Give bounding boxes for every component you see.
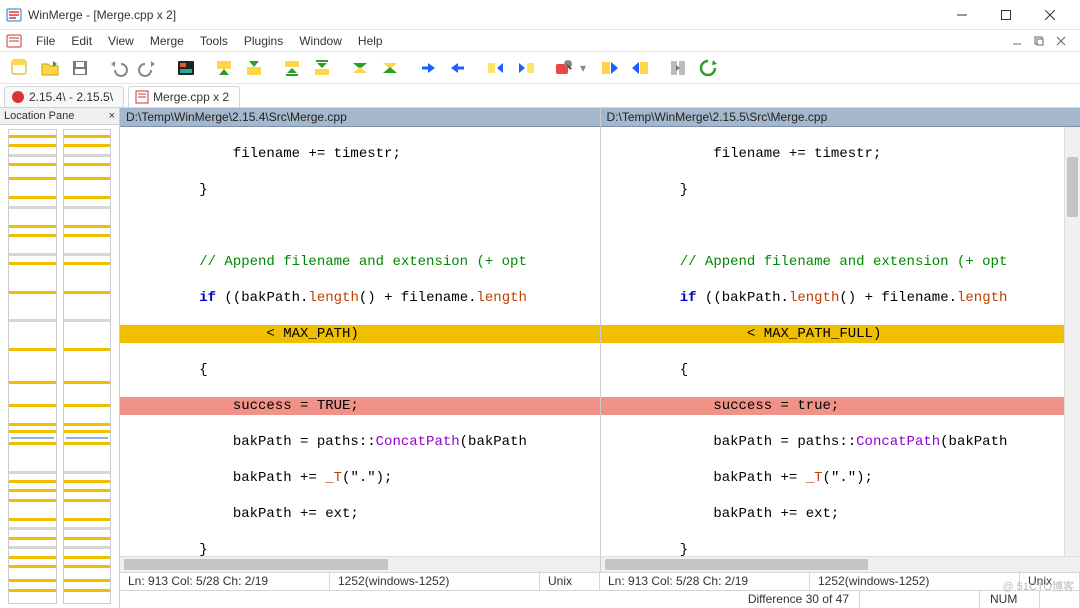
merge-right-button[interactable]: [482, 54, 510, 82]
folder-diff-icon: [11, 90, 25, 104]
menu-plugins[interactable]: Plugins: [236, 32, 291, 50]
next-conflict-button[interactable]: [346, 54, 374, 82]
window-title: WinMerge - [Merge.cpp x 2]: [28, 8, 940, 22]
prev-diff-file-button[interactable]: [308, 54, 336, 82]
menu-tools[interactable]: Tools: [192, 32, 236, 50]
menu-file[interactable]: File: [28, 32, 63, 50]
menu-bar: File Edit View Merge Tools Plugins Windo…: [0, 30, 1080, 52]
pane-right-path: D:\Temp\WinMerge\2.15.5\Src\Merge.cpp: [601, 108, 1080, 127]
menu-edit[interactable]: Edit: [63, 32, 100, 50]
content-area: Location Pane × D:\Temp\WinMerge\2.15.4\…: [0, 108, 1080, 608]
undo-button[interactable]: [104, 54, 132, 82]
new-compare-button[interactable]: [6, 54, 34, 82]
mdi-restore-button[interactable]: [1030, 33, 1048, 49]
location-column-right[interactable]: [63, 129, 112, 604]
status-right-enc: 1252(windows-1252): [810, 573, 1020, 590]
status-left-pos: Ln: 913 Col: 5/28 Ch: 2/19: [120, 573, 330, 590]
location-pane-header: Location Pane ×: [0, 108, 119, 125]
app-icon: [6, 7, 22, 23]
menu-merge[interactable]: Merge: [142, 32, 192, 50]
status-difference: Difference 30 of 47: [738, 591, 860, 608]
menu-help[interactable]: Help: [350, 32, 391, 50]
file-diff-icon: [135, 90, 149, 104]
status-left-eol: Unix: [540, 573, 600, 590]
next-diff-button[interactable]: [210, 54, 238, 82]
pane-left-editor[interactable]: filename += timestr; } // Append filenam…: [120, 127, 600, 556]
goto-prev-button[interactable]: [444, 54, 472, 82]
mdi-minimize-button[interactable]: [1008, 33, 1026, 49]
compare-area: D:\Temp\WinMerge\2.15.4\Src\Merge.cpp fi…: [120, 108, 1080, 608]
location-pane-body[interactable]: [0, 125, 119, 608]
save-button[interactable]: [66, 54, 94, 82]
watermark-text: @ 51CTO博客: [1003, 578, 1074, 594]
open-folder-button[interactable]: [36, 54, 64, 82]
mdi-close-button[interactable]: [1052, 33, 1070, 49]
pane-status-bar: Ln: 913 Col: 5/28 Ch: 2/19 1252(windows-…: [120, 572, 1080, 590]
status-blank: [860, 591, 980, 608]
record-button[interactable]: [172, 54, 200, 82]
refresh-button[interactable]: [694, 54, 722, 82]
pane-left-hscroll[interactable]: [120, 556, 600, 572]
redo-button[interactable]: [134, 54, 162, 82]
pane-left-path: D:\Temp\WinMerge\2.15.4\Src\Merge.cpp: [120, 108, 600, 127]
goto-next-button[interactable]: [414, 54, 442, 82]
title-bar: WinMerge - [Merge.cpp x 2]: [0, 0, 1080, 30]
compare-panes: D:\Temp\WinMerge\2.15.4\Src\Merge.cpp fi…: [120, 108, 1080, 572]
prev-diff-button[interactable]: [240, 54, 268, 82]
tab-file-compare[interactable]: Merge.cpp x 2: [128, 86, 240, 107]
location-pane-title: Location Pane: [4, 110, 74, 122]
close-button[interactable]: [1028, 1, 1072, 29]
prev-conflict-button[interactable]: [376, 54, 404, 82]
pane-left: D:\Temp\WinMerge\2.15.4\Src\Merge.cpp fi…: [120, 108, 601, 572]
maximize-button[interactable]: [984, 1, 1028, 29]
location-pane: Location Pane ×: [0, 108, 120, 608]
tab-label: Merge.cpp x 2: [153, 90, 229, 104]
app-small-icon: [6, 33, 22, 49]
next-diff-file-button[interactable]: [278, 54, 306, 82]
swap-button[interactable]: [664, 54, 692, 82]
status-right-pos: Ln: 913 Col: 5/28 Ch: 2/19: [600, 573, 810, 590]
pane-right-hscroll[interactable]: [601, 556, 1080, 572]
pane-right-vscroll[interactable]: [1064, 127, 1080, 556]
all-right-button[interactable]: [596, 54, 624, 82]
location-pane-close-icon[interactable]: ×: [109, 110, 115, 122]
document-tabs: 2.15.4\ - 2.15.5\ Merge.cpp x 2: [0, 84, 1080, 108]
all-left-button[interactable]: [626, 54, 654, 82]
tab-folder-compare[interactable]: 2.15.4\ - 2.15.5\: [4, 86, 124, 107]
tab-label: 2.15.4\ - 2.15.5\: [29, 90, 113, 104]
toolbar: ▾: [0, 52, 1080, 84]
global-status-bar: Difference 30 of 47 NUM: [120, 590, 1080, 608]
location-column-left[interactable]: [8, 129, 57, 604]
options-button[interactable]: [550, 54, 578, 82]
pane-right-editor[interactable]: filename += timestr; } // Append filenam…: [601, 127, 1080, 556]
status-left-enc: 1252(windows-1252): [330, 573, 540, 590]
menu-view[interactable]: View: [100, 32, 142, 50]
mdi-controls: [1008, 33, 1074, 49]
merge-left-button[interactable]: [512, 54, 540, 82]
pane-right: D:\Temp\WinMerge\2.15.5\Src\Merge.cpp fi…: [601, 108, 1080, 572]
menu-window[interactable]: Window: [291, 32, 350, 50]
minimize-button[interactable]: [940, 1, 984, 29]
